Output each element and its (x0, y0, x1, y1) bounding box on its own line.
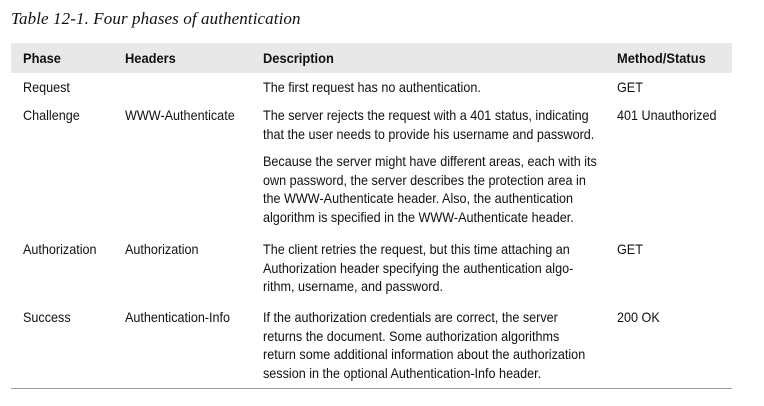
phase-cell: Request (23, 79, 70, 95)
description-cell: The client retries the request, but this… (263, 240, 623, 296)
table-row-success: Success Authentication-Info If the autho… (11, 308, 732, 386)
description-paragraph: If the authorization credentials are cor… (263, 309, 586, 381)
table-caption: Table 12-1. Four phases of authenticatio… (11, 9, 301, 28)
method-status-cell: GET (617, 79, 643, 95)
phase-cell: Authorization (23, 241, 97, 257)
column-header-method-status: Method/Status (617, 50, 706, 66)
description-cell: If the authorization credentials are cor… (263, 308, 623, 382)
table-row-challenge: Challenge WWW-Authenticate The server re… (11, 106, 732, 226)
column-header-description: Description (263, 50, 334, 66)
table-bottom-rule (11, 388, 732, 389)
description-paragraph: The first request has no authentication. (263, 79, 481, 95)
description-cell: The server rejects the request with a 40… (263, 106, 623, 226)
headers-cell: Authorization (125, 241, 199, 257)
table-row-request: Request The first request has no authent… (11, 78, 732, 98)
method-status-cell: GET (617, 241, 643, 257)
headers-cell: Authentication-Info (125, 309, 231, 325)
method-status-cell: 401 Unauthorized (617, 107, 717, 123)
table-header-row: Phase Headers Description Method/Status (11, 43, 732, 73)
table-row-authorization: Authorization Authorization The client r… (11, 240, 732, 300)
phase-cell: Success (23, 309, 71, 325)
phase-cell: Challenge (23, 107, 80, 123)
column-header-phase: Phase (23, 50, 61, 66)
phases-table: Phase Headers Description Method/Status … (11, 43, 732, 381)
description-cell: The first request has no authentication. (263, 78, 623, 97)
description-paragraph: Because the server might have different … (263, 153, 597, 225)
description-paragraph: The client retries the request, but this… (263, 241, 574, 294)
column-header-headers: Headers (125, 50, 176, 66)
description-paragraph: The server rejects the request with a 40… (263, 107, 595, 142)
headers-cell: WWW-Authenticate (125, 107, 235, 123)
method-status-cell: 200 OK (617, 309, 660, 325)
